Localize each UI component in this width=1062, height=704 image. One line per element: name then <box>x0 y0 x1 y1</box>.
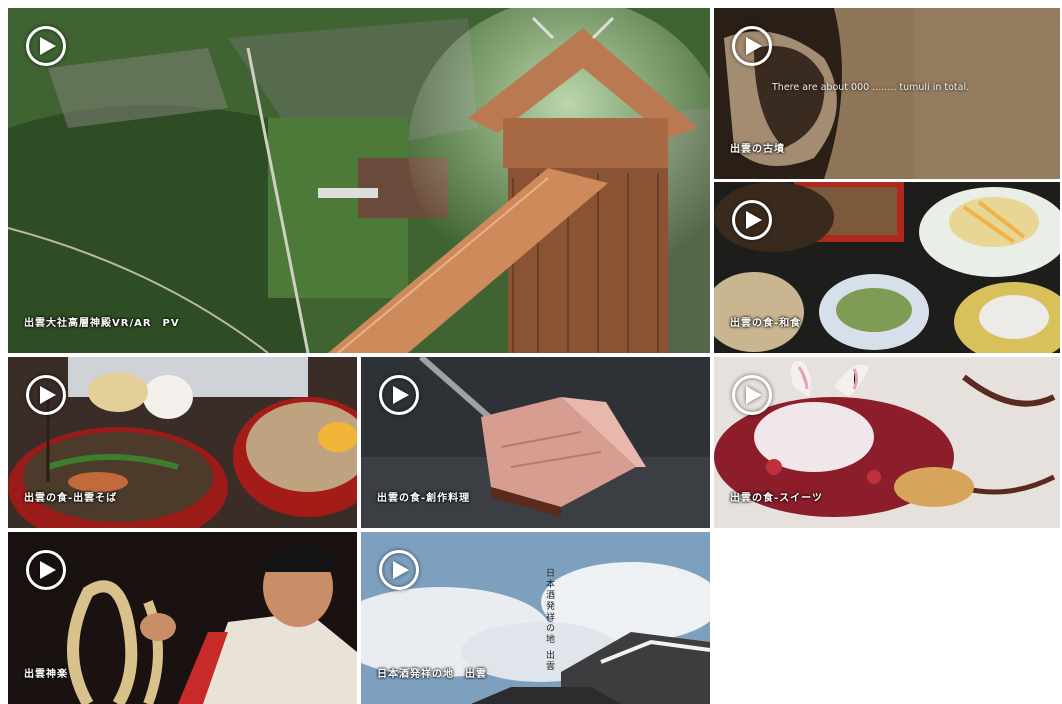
video-tile-soba[interactable]: 出雲の食-出雲そば <box>8 357 357 528</box>
video-tile-shrine-vr[interactable]: 出雲大社高層神殿VR/AR PV <box>8 8 710 353</box>
video-caption: 出雲の食-創作料理 <box>377 493 471 504</box>
video-caption: 出雲の食-出雲そば <box>24 493 118 504</box>
play-icon[interactable] <box>26 26 66 66</box>
subtitle-text: There are about 000 ........ tumuli in t… <box>772 82 970 93</box>
play-icon[interactable] <box>732 200 772 240</box>
video-caption: 出雲の食-スイーツ <box>730 493 823 504</box>
video-tile-sake-birthplace[interactable]: 日本酒発祥の地 出雲 日本酒発祥の地 出雲 <box>361 532 710 704</box>
play-icon[interactable] <box>26 550 66 590</box>
video-tile-kofun[interactable]: There are about 000 ........ tumuli in t… <box>714 8 1060 179</box>
shrine-aerial-image <box>8 8 710 353</box>
play-icon[interactable] <box>732 26 772 66</box>
vertical-title-text: 日本酒発祥の地 出雲 <box>544 568 554 672</box>
video-tile-kagura[interactable]: 出雲神楽 <box>8 532 357 704</box>
video-caption: 出雲神楽 <box>24 669 68 680</box>
play-icon[interactable] <box>379 375 419 415</box>
play-icon[interactable] <box>26 375 66 415</box>
video-tile-washoku[interactable]: 出雲の食-和食 <box>714 182 1060 353</box>
play-icon[interactable] <box>379 550 419 590</box>
video-tile-sweets[interactable]: 出雲の食-スイーツ <box>714 357 1060 528</box>
video-caption: 出雲の食-和食 <box>730 318 802 329</box>
video-tile-creative-cuisine[interactable]: 出雲の食-創作料理 <box>361 357 710 528</box>
video-caption: 日本酒発祥の地 出雲 <box>377 669 487 680</box>
video-caption: 出雲の古墳 <box>730 144 785 155</box>
play-icon[interactable] <box>732 375 772 415</box>
video-caption: 出雲大社高層神殿VR/AR PV <box>24 318 180 329</box>
